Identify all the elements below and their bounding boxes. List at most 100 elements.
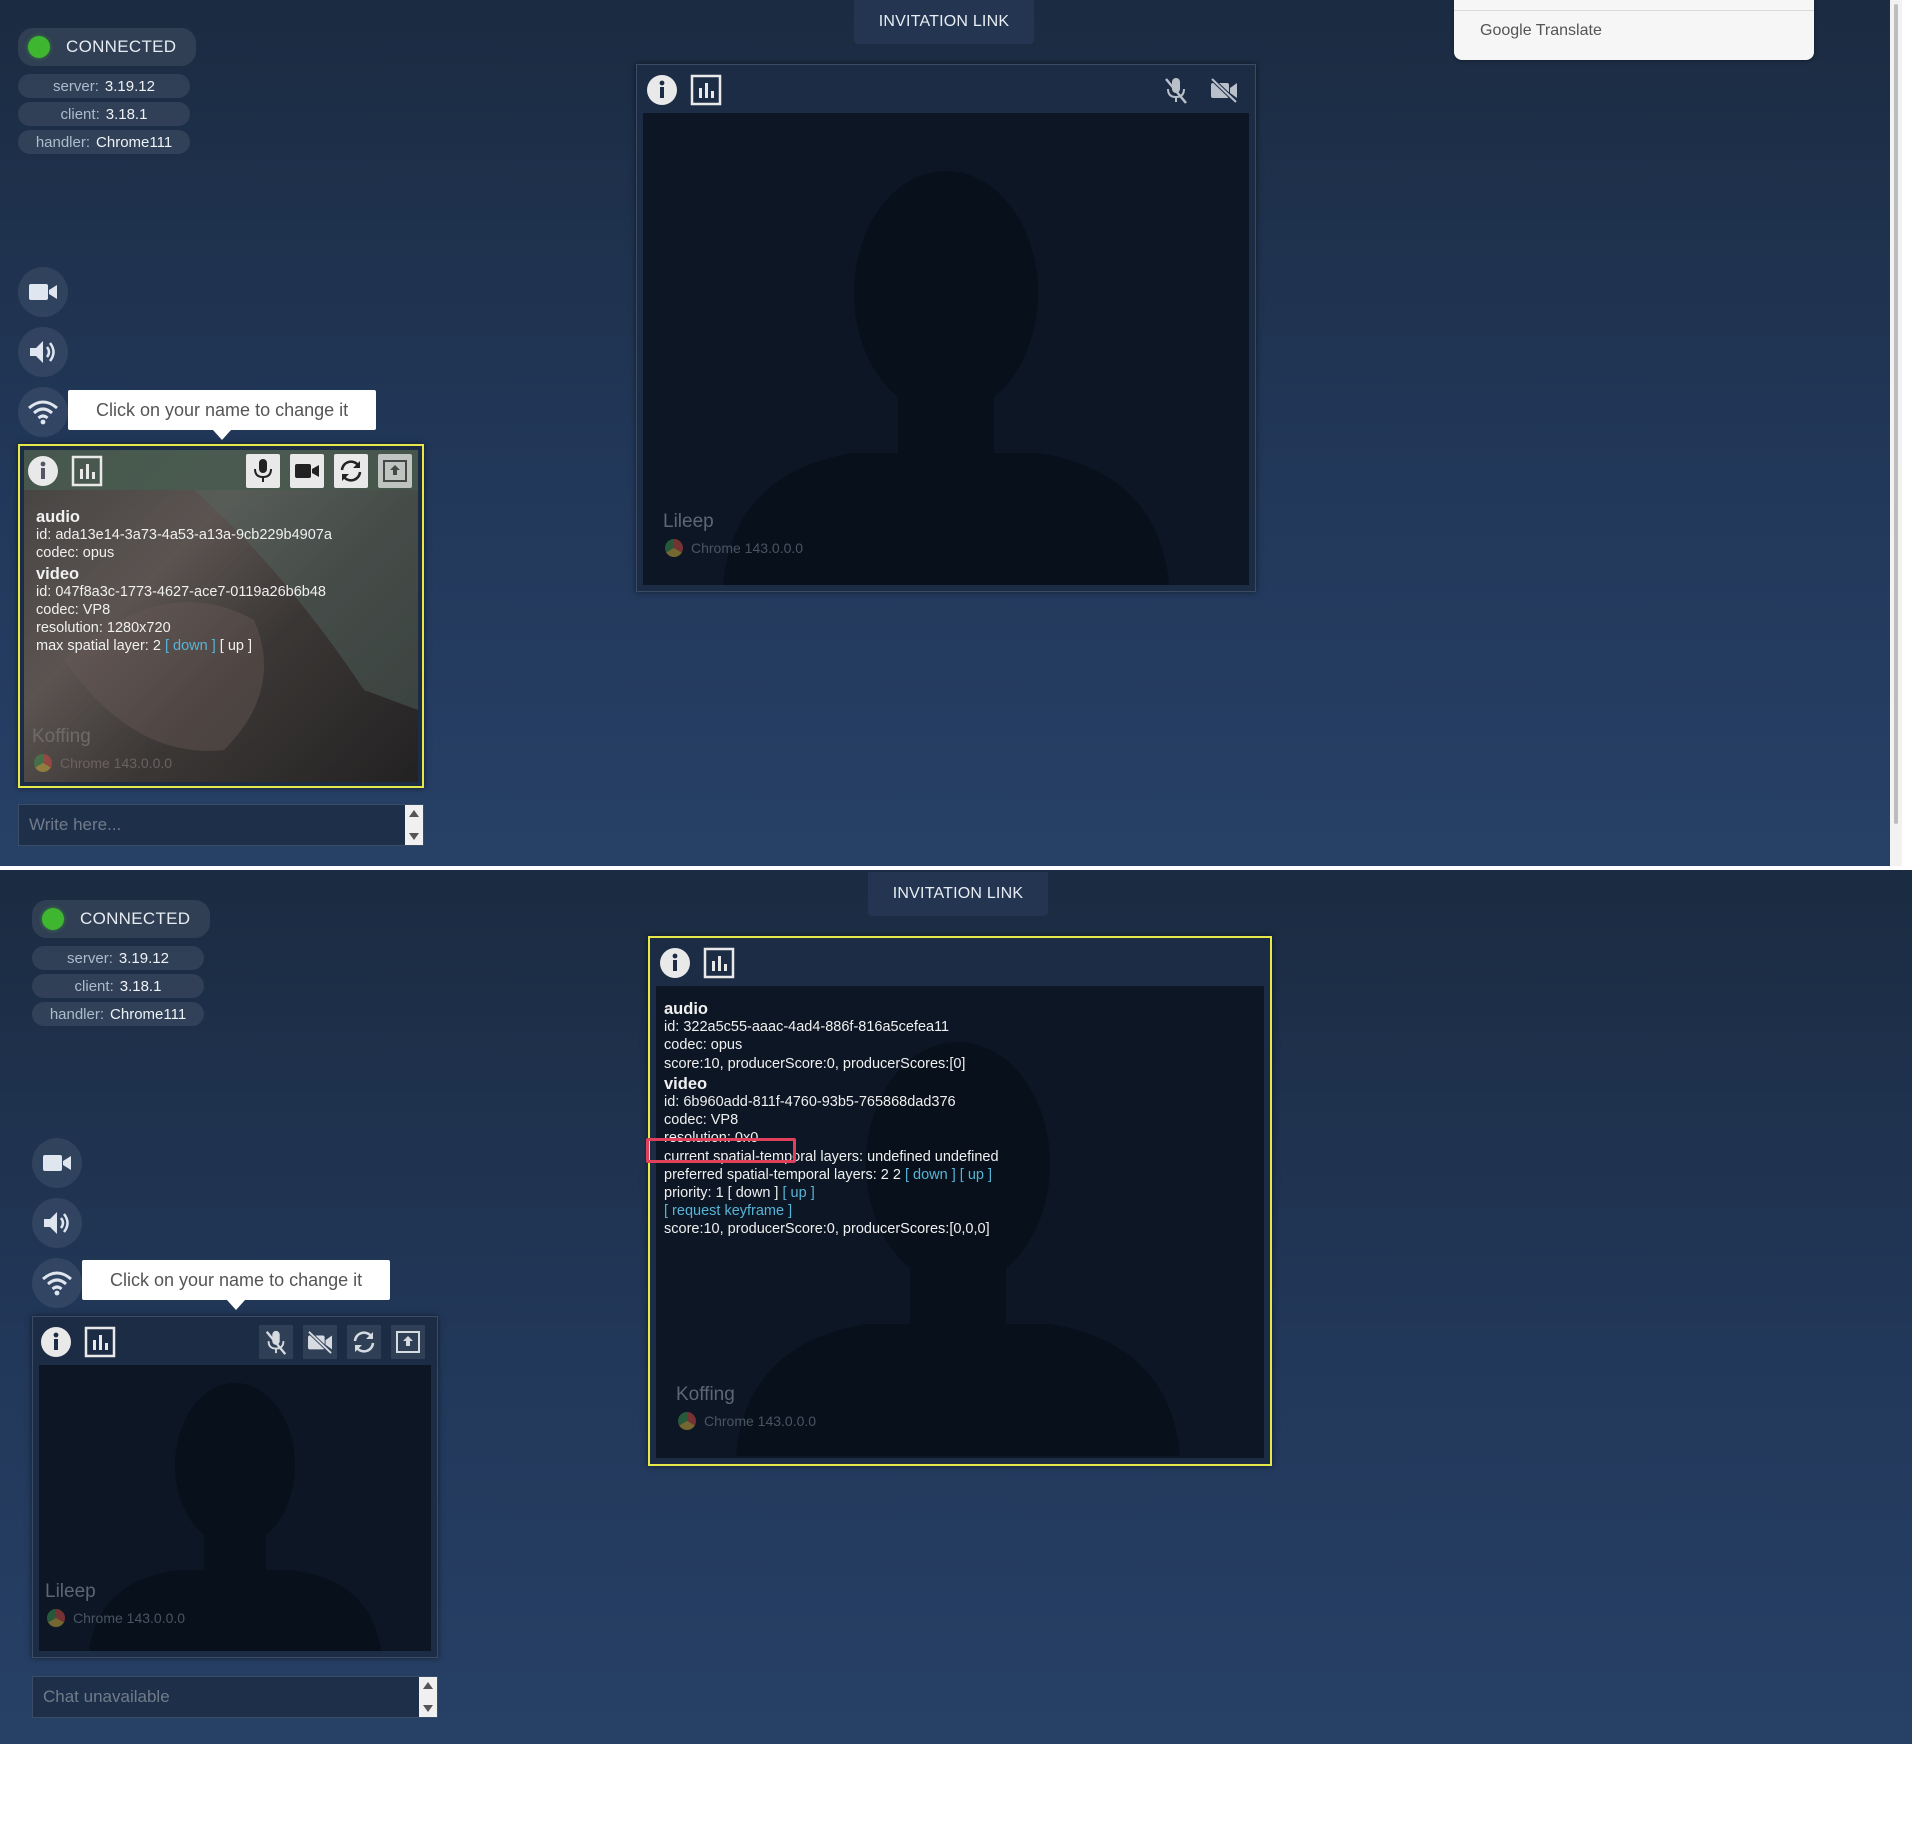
- remote-mic-muted-indicator: [1159, 73, 1193, 107]
- google-translate-popup[interactable]: Google Translate: [1454, 0, 1814, 60]
- me-toolbar: [20, 446, 422, 494]
- change-webcam-button[interactable]: [347, 1325, 381, 1359]
- invitation-link-button[interactable]: INVITATION LINK: [854, 0, 1034, 44]
- bar-chart-icon: [84, 1326, 116, 1358]
- remote-video-off-indicator: [1207, 73, 1241, 107]
- spatial-layer-up-link[interactable]: [ up ]: [220, 638, 252, 654]
- mic-icon: [254, 459, 272, 482]
- local-video-area: Lileep Chrome 143.0.0.0: [39, 1365, 431, 1651]
- mic-off-icon: [265, 1330, 287, 1355]
- rename-tooltip: Click on your name to change it: [82, 1260, 391, 1310]
- volume-toggle-button[interactable]: [32, 1198, 82, 1248]
- chrome-icon: [665, 539, 683, 557]
- me-browser: Chrome 143.0.0.0: [34, 754, 172, 772]
- preferred-layers-up-link[interactable]: [ up ]: [960, 1167, 992, 1183]
- speaker-icon: [44, 1212, 69, 1234]
- me-toolbar: [33, 1317, 437, 1365]
- info-icon: [28, 456, 58, 486]
- remote-peer-tile[interactable]: Koffing Chrome 143.0.0.0 audio id: 322a5…: [646, 936, 1272, 1466]
- chrome-icon: [47, 1609, 65, 1627]
- share-screen-icon: [396, 1331, 420, 1353]
- chat-scroll-arrows[interactable]: [405, 805, 423, 845]
- stats-button[interactable]: [83, 1325, 117, 1359]
- video-off-icon: [307, 1330, 333, 1354]
- share-screen-icon: [383, 460, 407, 482]
- share-screen-button[interactable]: [391, 1325, 425, 1359]
- me-peer-tile[interactable]: Koffing Chrome 143.0.0.0 audio id: ada13…: [18, 444, 424, 788]
- handler-version: handler: Chrome111: [18, 130, 190, 154]
- spatial-layer-down-link[interactable]: [ down ]: [165, 638, 216, 654]
- info-button[interactable]: [658, 946, 692, 980]
- change-webcam-button[interactable]: [334, 454, 368, 488]
- preferred-layers-row: preferred spatial-temporal layers: 2 2 […: [664, 1166, 993, 1183]
- info-button[interactable]: [645, 73, 679, 107]
- chrome-icon: [34, 754, 52, 772]
- me-name[interactable]: Koffing: [32, 726, 91, 748]
- me-browser: Chrome 143.0.0.0: [47, 1609, 185, 1627]
- handler-version: handler: Chrome111: [32, 1002, 204, 1026]
- network-stats-button[interactable]: [32, 1258, 82, 1308]
- resolution-highlight-box: [646, 1138, 796, 1163]
- camera-toggle-button[interactable]: [303, 1325, 337, 1359]
- priority-row: priority: 1 [ down ] [ up ]: [664, 1185, 815, 1202]
- me-name[interactable]: Lileep: [45, 1581, 96, 1603]
- bar-chart-icon: [71, 455, 103, 487]
- client-version: client: 3.18.1: [18, 102, 190, 126]
- invitation-link-button[interactable]: INVITATION LINK: [868, 872, 1048, 916]
- request-keyframe-link[interactable]: [ request keyframe ]: [664, 1202, 999, 1220]
- status-dot: [42, 908, 64, 930]
- wifi-icon: [42, 1271, 72, 1296]
- video-off-icon: [1210, 77, 1238, 103]
- chat-input: Chat unavailable: [32, 1676, 438, 1718]
- connection-status: CONNECTED: [32, 900, 211, 938]
- network-stats-button[interactable]: [18, 387, 68, 437]
- refresh-icon: [340, 460, 362, 482]
- remote-peer-name: Lileep: [663, 511, 714, 532]
- server-version: server: 3.19.12: [32, 946, 204, 970]
- max-spatial-layer-row: max spatial layer: 2 [ down ] [ up ]: [36, 638, 253, 655]
- mic-off-icon: [1165, 78, 1187, 104]
- video-camera-icon: [29, 284, 57, 300]
- video-camera-icon: [43, 1155, 71, 1171]
- avatar-silhouette: [723, 171, 1169, 585]
- screenshot-top: CONNECTED server: 3.19.12 client: 3.18.1 h…: [0, 0, 1902, 866]
- me-peer-tile[interactable]: Lileep Chrome 143.0.0.0: [32, 1316, 438, 1658]
- status-label: CONNECTED: [66, 37, 177, 56]
- page-scrollbar[interactable]: [1890, 0, 1902, 866]
- bar-chart-icon: [690, 74, 722, 106]
- info-icon: [647, 75, 677, 105]
- remote-peer-tile[interactable]: Lileep Chrome 143.0.0.0: [636, 64, 1256, 592]
- refresh-icon: [353, 1331, 375, 1353]
- volume-toggle-button[interactable]: [18, 327, 68, 377]
- mic-toggle-button[interactable]: [246, 454, 280, 488]
- remote-peer-name: Koffing: [676, 1384, 735, 1405]
- stats-button[interactable]: [689, 73, 723, 107]
- remote-consumer-stats: audio id: 322a5c55-aaac-4ad4-886f-816a5c…: [664, 1000, 999, 1238]
- webcam-toggle-button[interactable]: [18, 267, 68, 317]
- remote-video-area: Lileep Chrome 143.0.0.0: [643, 113, 1249, 585]
- webcam-toggle-button[interactable]: [32, 1138, 82, 1188]
- camera-toggle-button[interactable]: [290, 454, 324, 488]
- share-screen-button[interactable]: [378, 454, 412, 488]
- server-version: server: 3.19.12: [18, 74, 190, 98]
- info-icon: [660, 948, 690, 978]
- preferred-layers-down-link[interactable]: [ down ]: [905, 1167, 956, 1183]
- client-version: client: 3.18.1: [32, 974, 204, 998]
- remote-peer-browser: Chrome 143.0.0.0: [678, 1412, 816, 1430]
- local-producer-stats: audio id: ada13e14-3a73-4a53-a13a-9cb229…: [36, 508, 332, 655]
- connection-status: CONNECTED: [18, 28, 197, 66]
- chat-input[interactable]: Write here...: [18, 804, 424, 846]
- info-button[interactable]: [26, 454, 60, 488]
- stats-button[interactable]: [702, 946, 736, 980]
- priority-up-link[interactable]: [ up ]: [782, 1185, 814, 1201]
- google-translate-label: Google Translate: [1480, 22, 1602, 39]
- status-dot: [28, 36, 50, 58]
- chat-scroll-arrows[interactable]: [419, 1677, 437, 1717]
- remote-peer-browser: Chrome 143.0.0.0: [665, 539, 803, 557]
- stats-button[interactable]: [70, 454, 104, 488]
- video-camera-icon: [295, 464, 319, 478]
- priority-down-link[interactable]: [ down ]: [728, 1185, 779, 1201]
- mic-toggle-button[interactable]: [259, 1325, 293, 1359]
- wifi-icon: [28, 400, 58, 425]
- info-button[interactable]: [39, 1325, 73, 1359]
